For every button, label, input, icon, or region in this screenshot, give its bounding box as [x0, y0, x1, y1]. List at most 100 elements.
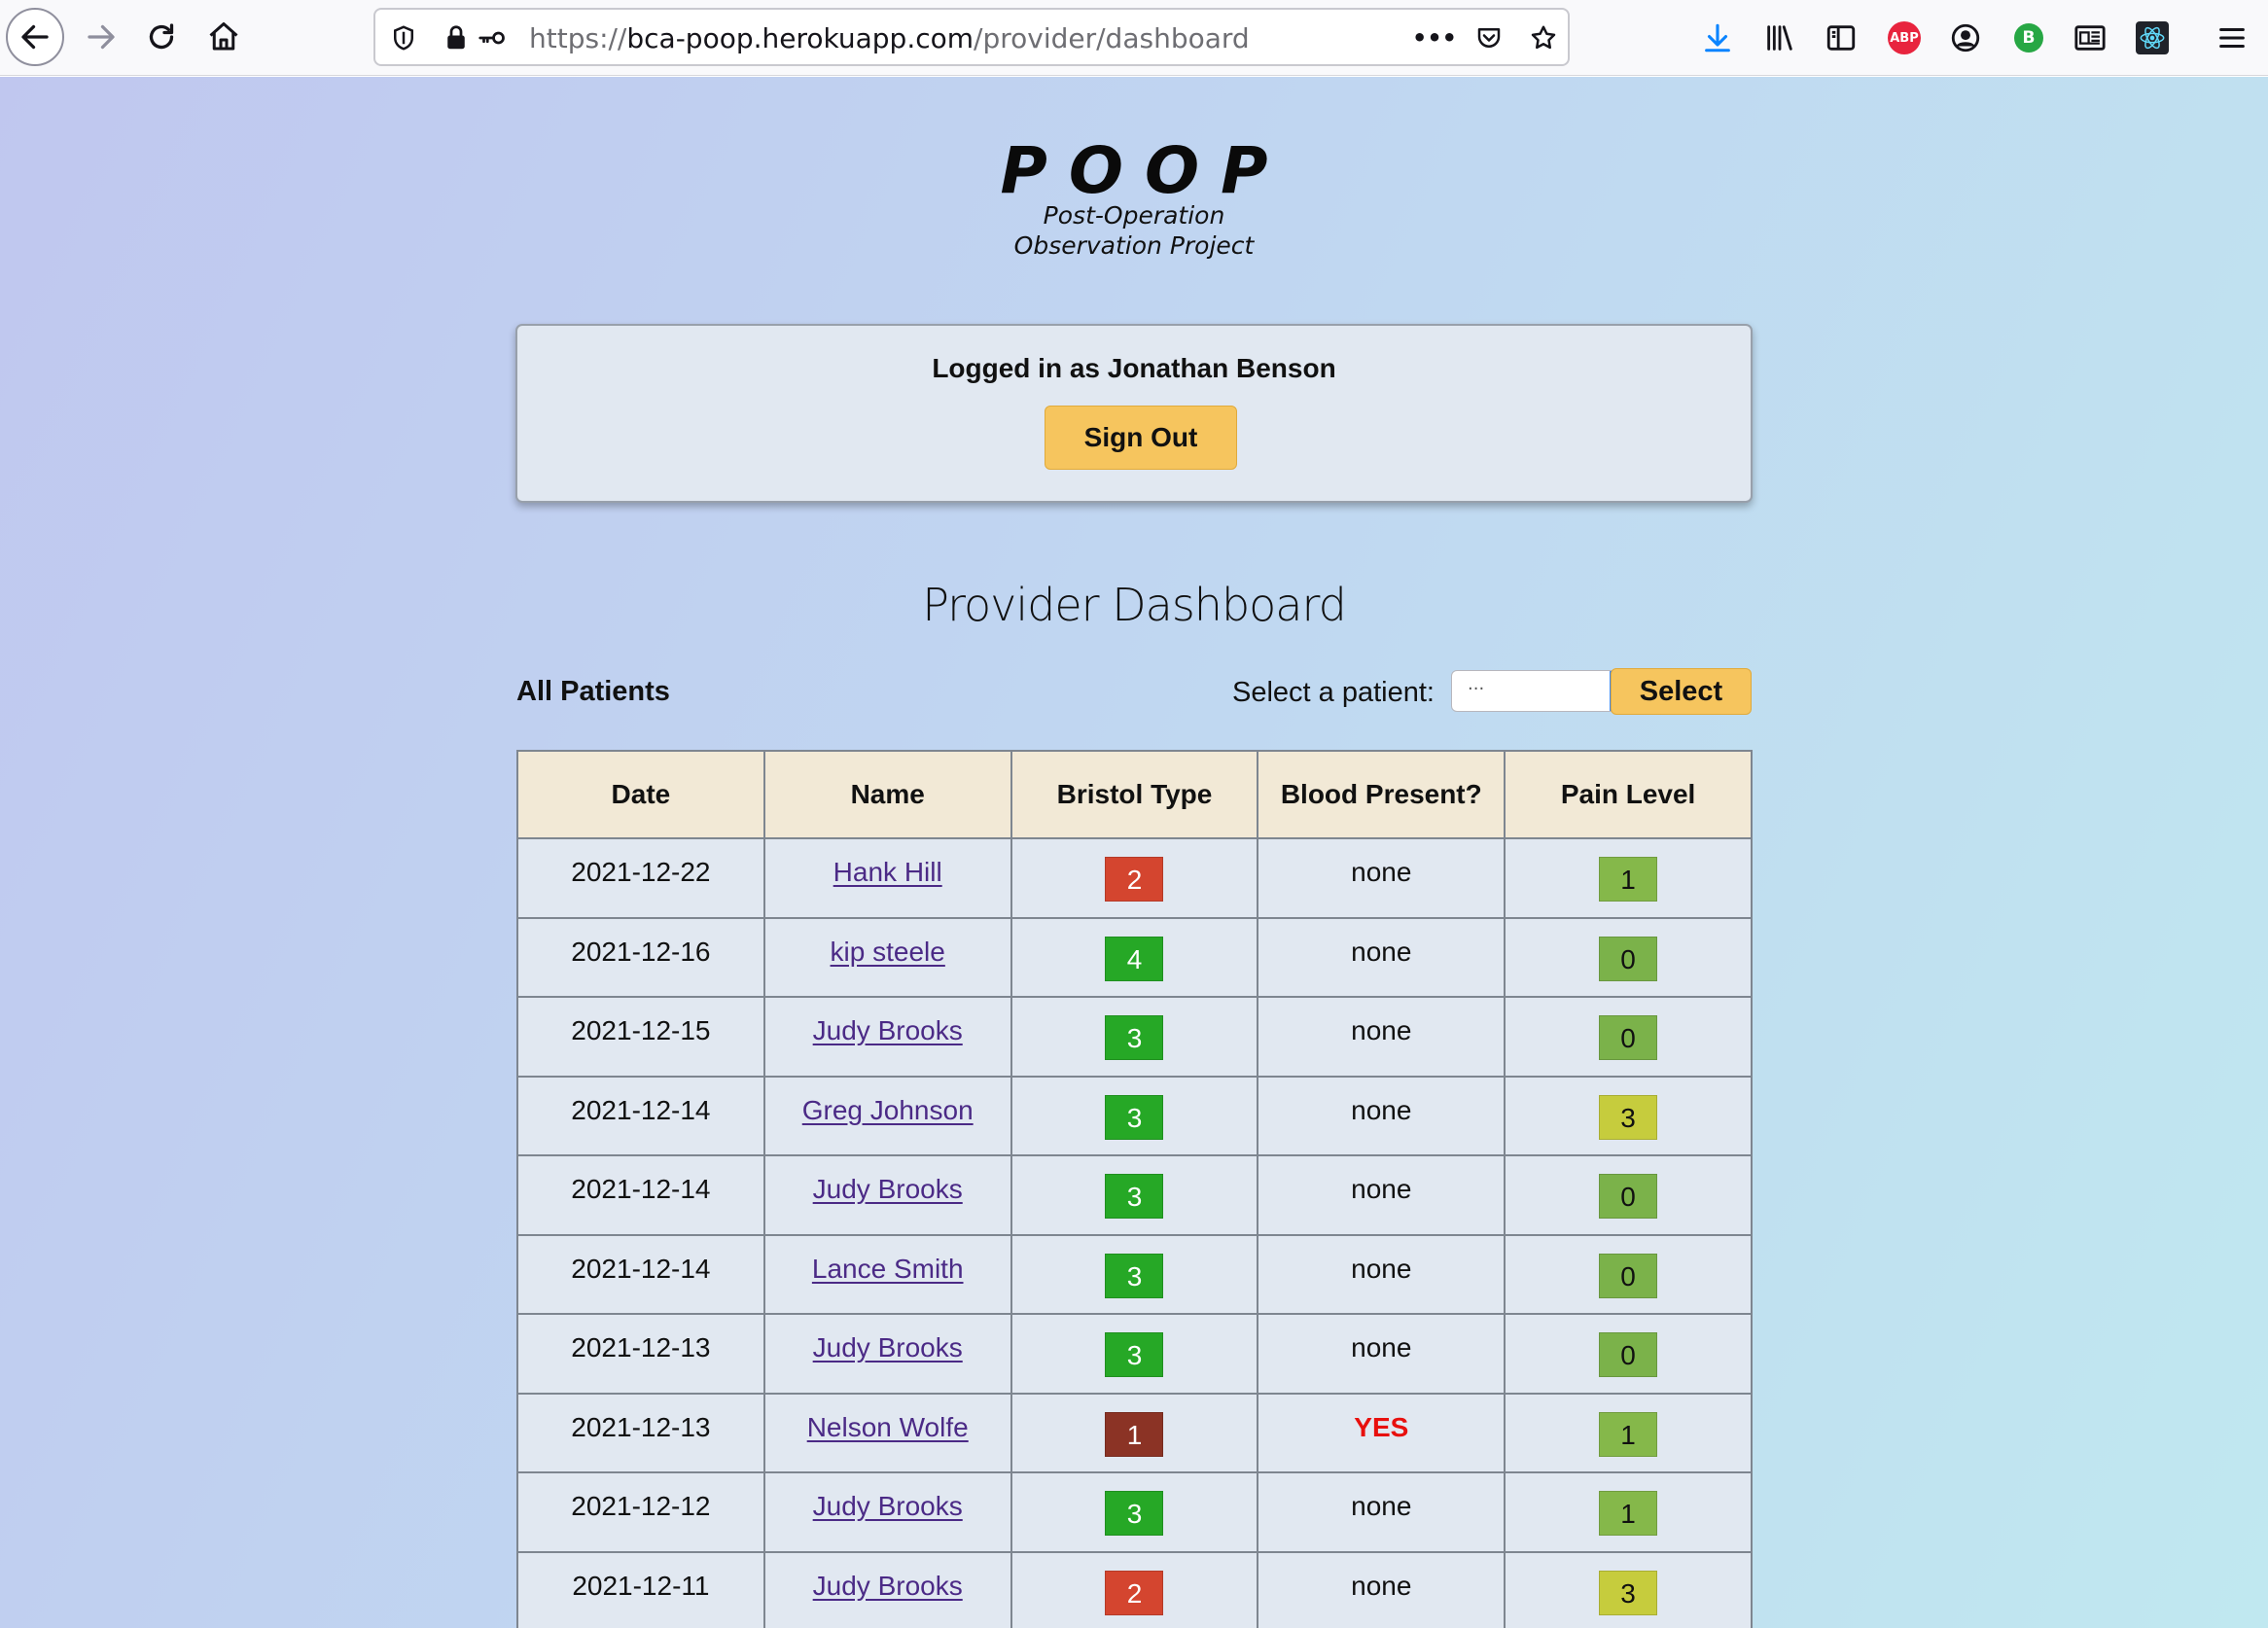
name-cell: Judy Brooks — [762, 1313, 1012, 1395]
date-cell: 2021-12-14 — [516, 1075, 765, 1156]
table-row: 2021-12-15 Judy Brooks 3 none 0 — [516, 996, 1753, 1078]
blood-present-value: none — [1351, 857, 1412, 887]
pocket-icon[interactable] — [1472, 21, 1506, 54]
bristol-type-badge: 1 — [1105, 1411, 1164, 1457]
pain-level-badge: 0 — [1599, 1174, 1658, 1219]
name-cell: kip steele — [762, 916, 1012, 998]
patient-name-link[interactable]: Judy Brooks — [813, 1491, 963, 1521]
tracking-shield-icon[interactable] — [387, 21, 420, 54]
bristol-type-cell: 3 — [1010, 1075, 1259, 1156]
back-button[interactable] — [6, 8, 64, 66]
name-cell: Nelson Wolfe — [762, 1392, 1012, 1473]
blood-present-value: none — [1351, 1015, 1412, 1045]
column-header-date[interactable]: Date — [516, 750, 765, 839]
bristol-type-cell: 4 — [1010, 916, 1259, 998]
url-prefix: https:// — [529, 22, 627, 54]
pain-level-cell: 0 — [1504, 996, 1753, 1078]
profile-badge-icon[interactable]: B — [2010, 19, 2047, 56]
hamburger-menu-icon[interactable] — [2214, 19, 2250, 56]
url-text: https://bca-poop.herokuapp.com/provider/… — [529, 22, 1250, 54]
bristol-type-badge: 2 — [1105, 857, 1164, 902]
pain-level-cell: 0 — [1504, 1313, 1753, 1395]
date-cell: 2021-12-13 — [516, 1392, 765, 1473]
arrow-right-icon — [88, 24, 115, 50]
bristol-type-badge: 2 — [1105, 1570, 1164, 1615]
bristol-type-badge: 3 — [1105, 1491, 1164, 1536]
patient-name-link[interactable]: Judy Brooks — [813, 1571, 963, 1601]
pain-level-badge: 0 — [1599, 936, 1658, 981]
key-icon[interactable] — [475, 21, 508, 54]
patient-name-link[interactable]: Judy Brooks — [813, 1174, 963, 1204]
table-row: 2021-12-14 Lance Smith 3 none 0 — [516, 1233, 1753, 1315]
react-devtools-icon[interactable] — [2134, 19, 2171, 56]
patient-name-link[interactable]: Greg Johnson — [802, 1095, 974, 1125]
library-icon[interactable] — [1761, 19, 1798, 56]
patient-select-value: ··· — [1468, 679, 1485, 699]
column-header-pain-level[interactable]: Pain Level — [1504, 750, 1753, 839]
logo-subtitle-line1: Post-Operation — [1043, 201, 1225, 230]
blood-present-value: none — [1351, 1491, 1412, 1521]
blood-present-cell: none — [1257, 1233, 1506, 1315]
pain-level-badge: 0 — [1599, 1015, 1658, 1060]
page-actions-menu-icon[interactable]: ••• — [1412, 21, 1457, 54]
table-row: 2021-12-12 Judy Brooks 3 none 1 — [516, 1471, 1753, 1553]
blood-present-value: none — [1351, 1332, 1412, 1363]
bristol-type-badge: 3 — [1105, 1015, 1164, 1060]
account-icon[interactable] — [1947, 19, 1984, 56]
adblock-plus-icon[interactable]: ABP — [1886, 19, 1923, 56]
patient-name-link[interactable]: Hank Hill — [833, 857, 942, 887]
column-header-bristol-type[interactable]: Bristol Type — [1010, 750, 1259, 839]
logged-in-status: Logged in as Jonathan Benson — [932, 353, 1336, 383]
bristol-type-cell: 1 — [1010, 1392, 1259, 1473]
logo-title: POOP — [1000, 133, 1290, 208]
pain-level-badge: 1 — [1599, 857, 1658, 902]
downloads-icon[interactable] — [1699, 19, 1736, 56]
blood-present-value: none — [1351, 1174, 1412, 1204]
reload-button[interactable] — [132, 8, 191, 66]
patient-name-link[interactable]: Nelson Wolfe — [807, 1412, 969, 1442]
lock-icon[interactable] — [440, 21, 473, 54]
home-icon — [209, 22, 238, 51]
bristol-type-badge: 3 — [1105, 1332, 1164, 1377]
patient-name-link[interactable]: Lance Smith — [812, 1254, 964, 1284]
bookmark-star-icon[interactable] — [1527, 21, 1560, 54]
patient-name-link[interactable]: Judy Brooks — [813, 1332, 963, 1363]
url-path: /provider/dashboard — [974, 22, 1250, 54]
table-row: 2021-12-16 kip steele 4 none 0 — [516, 916, 1753, 998]
pain-level-cell: 3 — [1504, 1075, 1753, 1156]
sidebar-toggle-icon[interactable] — [1823, 19, 1860, 56]
url-host: bca-poop.herokuapp.com — [626, 22, 975, 54]
name-cell: Judy Brooks — [762, 1550, 1012, 1628]
table-body: 2021-12-22 Hank Hill 2 none 1 2021-12-16 kip s… — [516, 837, 1753, 1628]
patient-name-link[interactable]: kip steele — [831, 937, 945, 967]
blood-present-value: none — [1351, 936, 1412, 967]
table-row: 2021-12-14 Judy Brooks 3 none 0 — [516, 1154, 1753, 1236]
bristol-type-badge: 3 — [1105, 1174, 1164, 1219]
patient-name-link[interactable]: Judy Brooks — [813, 1015, 963, 1045]
column-header-blood-present[interactable]: Blood Present? — [1257, 750, 1506, 839]
forward-button[interactable] — [72, 8, 130, 66]
date-cell: 2021-12-11 — [516, 1550, 765, 1628]
reader-view-icon[interactable] — [2072, 19, 2109, 56]
date-cell: 2021-12-16 — [516, 916, 765, 998]
column-header-name[interactable]: Name — [762, 750, 1012, 839]
pain-level-cell: 0 — [1504, 1154, 1753, 1236]
name-cell: Judy Brooks — [762, 1471, 1012, 1553]
name-cell: Greg Johnson — [762, 1075, 1012, 1156]
blood-present-cell: none — [1257, 1313, 1506, 1395]
bristol-type-badge: 3 — [1105, 1094, 1164, 1140]
blood-present-value: none — [1351, 1094, 1412, 1125]
sign-out-button[interactable]: Sign Out — [1045, 406, 1237, 470]
table-header-row: Date Name Bristol Type Blood Present? Pa… — [516, 750, 1753, 839]
bristol-type-cell: 3 — [1010, 996, 1259, 1078]
page-viewport: POOP Post-Operation Observation Project … — [0, 77, 2268, 1628]
address-bar[interactable]: https://bca-poop.herokuapp.com/provider/… — [373, 8, 1570, 66]
select-patient-button[interactable]: Select — [1611, 668, 1752, 715]
pain-level-cell: 0 — [1504, 916, 1753, 998]
bristol-type-cell: 2 — [1010, 837, 1259, 919]
pain-level-badge: 1 — [1599, 1491, 1658, 1536]
pain-level-badge: 0 — [1599, 1332, 1658, 1377]
bristol-type-cell: 3 — [1010, 1154, 1259, 1236]
home-button[interactable] — [195, 8, 253, 66]
date-cell: 2021-12-12 — [516, 1471, 765, 1553]
